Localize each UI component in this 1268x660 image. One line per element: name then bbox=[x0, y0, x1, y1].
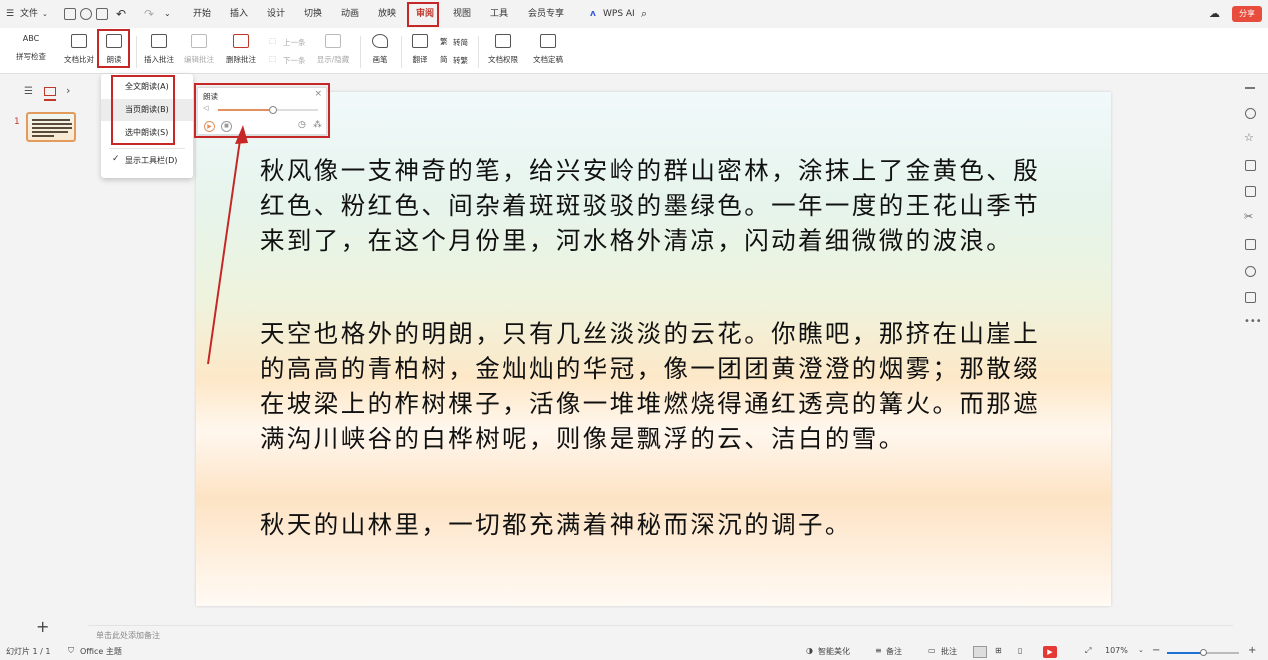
collapse-icon[interactable] bbox=[1245, 87, 1255, 89]
annotation-arrow bbox=[207, 125, 248, 365]
beautify-icon: ◑ bbox=[806, 646, 813, 655]
reading-view-icon[interactable]: ▯ bbox=[1018, 646, 1022, 655]
theme-name[interactable]: Office 主题 bbox=[80, 646, 122, 657]
properties-icon[interactable] bbox=[1245, 108, 1256, 119]
slide-info: 幻灯片 1 / 1 bbox=[6, 647, 51, 656]
fit-window-icon[interactable]: ⤢ bbox=[1085, 646, 1091, 656]
annotation-arrow-head bbox=[235, 125, 248, 144]
status-bar: 幻灯片 1 / 1 ⛉ Office 主题 ◑ 智能美化 ≡ 备注 ▭ 批注 ⊞… bbox=[0, 645, 1268, 660]
notes-placeholder: 单击此处添加备注 bbox=[96, 631, 160, 640]
more-options-icon[interactable]: ••• bbox=[1244, 316, 1262, 327]
notes-icon: ≡ bbox=[875, 646, 882, 655]
zoom-slider[interactable] bbox=[1167, 649, 1239, 656]
tools-icon[interactable]: ✂ bbox=[1244, 210, 1253, 223]
layout-icon[interactable] bbox=[1245, 239, 1256, 250]
star-icon[interactable]: ☆ bbox=[1244, 131, 1254, 144]
theme-icon: ⛉ bbox=[68, 646, 74, 655]
animation-icon[interactable] bbox=[1245, 186, 1256, 197]
notes-button[interactable]: 备注 bbox=[886, 646, 902, 657]
sorter-view-icon[interactable]: ⊞ bbox=[995, 646, 1002, 655]
comments-icon: ▭ bbox=[928, 646, 936, 655]
notes-area[interactable]: 单击此处添加备注 bbox=[88, 625, 1233, 645]
zoom-in-icon[interactable]: + bbox=[1248, 645, 1256, 656]
zoom-slider-fill bbox=[1167, 652, 1203, 654]
copy-icon[interactable] bbox=[1245, 160, 1256, 171]
zoom-level[interactable]: 107% bbox=[1105, 646, 1128, 655]
smart-beautify-button[interactable]: 智能美化 bbox=[818, 646, 850, 657]
share-panel-icon[interactable] bbox=[1245, 292, 1256, 303]
annotation-arrow-line bbox=[207, 132, 242, 365]
help-icon[interactable] bbox=[1245, 266, 1256, 277]
comments-button[interactable]: 批注 bbox=[941, 646, 957, 657]
zoom-slider-handle[interactable] bbox=[1200, 649, 1207, 656]
slideshow-play-icon[interactable]: ▶ bbox=[1043, 646, 1057, 658]
zoom-chevron-icon[interactable]: ⌄ bbox=[1138, 646, 1144, 654]
right-sidebar: ☆ ✂ ••• bbox=[1233, 75, 1268, 645]
zoom-out-icon[interactable]: − bbox=[1152, 645, 1160, 656]
normal-view-icon[interactable] bbox=[973, 646, 987, 658]
